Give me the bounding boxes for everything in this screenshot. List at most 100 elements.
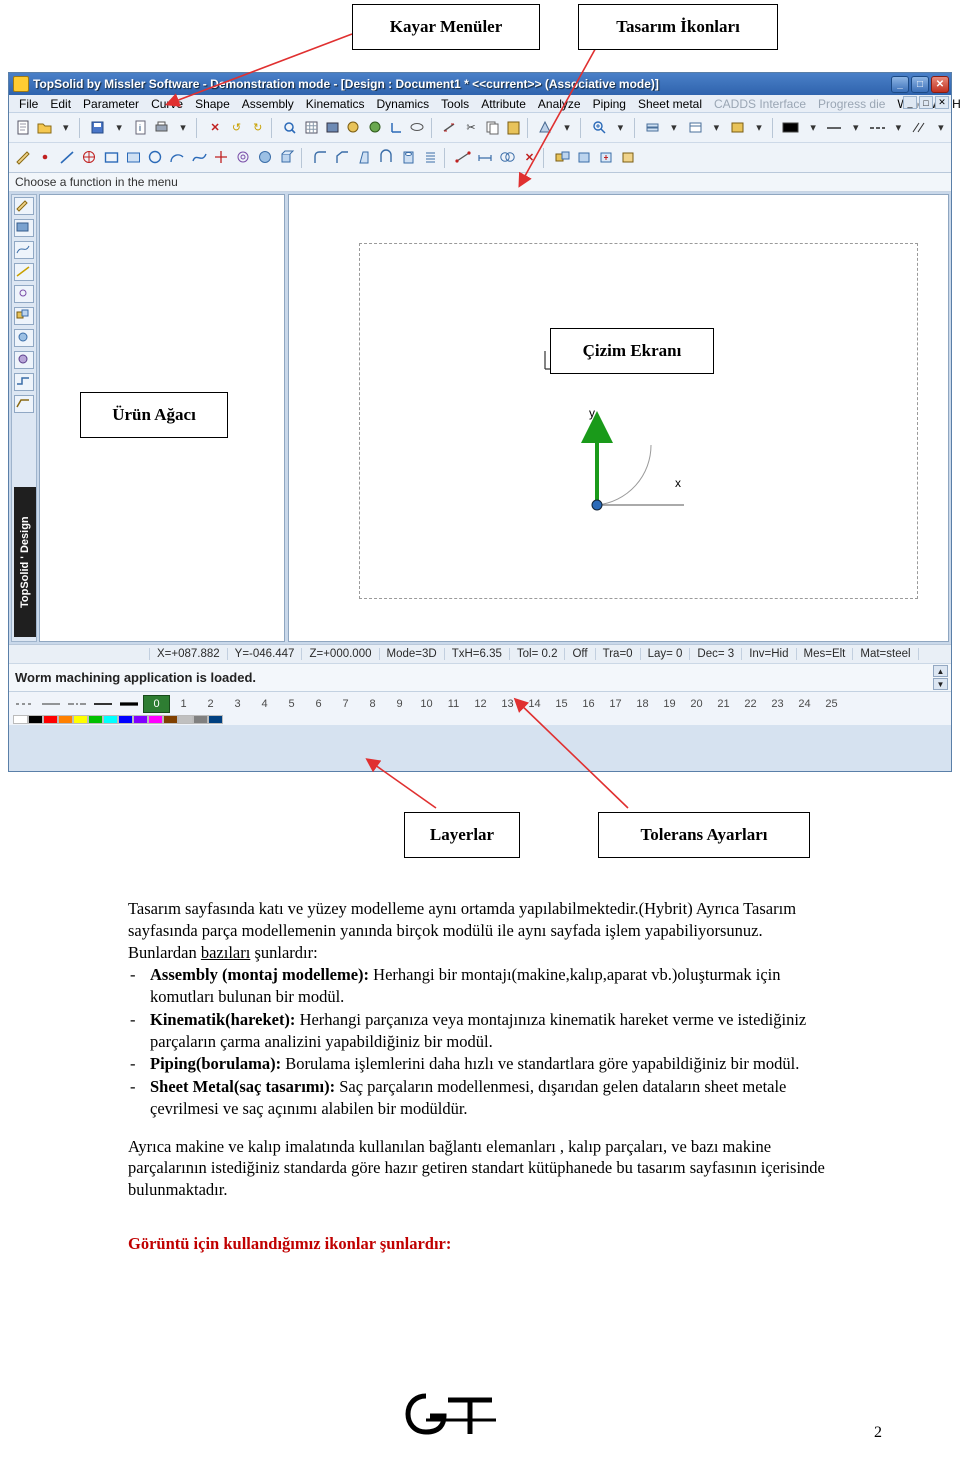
thread-icon[interactable] <box>420 147 441 168</box>
status-decimals[interactable]: Dec= 3 <box>690 648 743 660</box>
material-icon[interactable] <box>728 117 748 138</box>
rectangle-solid-icon[interactable] <box>123 147 144 168</box>
redo-icon[interactable]: ↻ <box>248 117 268 138</box>
axis-icon[interactable] <box>386 117 406 138</box>
layer-button-24[interactable]: 24 <box>791 695 818 713</box>
sketch-icon[interactable] <box>13 147 34 168</box>
layer-button-12[interactable]: 12 <box>467 695 494 713</box>
status-tolerance[interactable]: Tol= 0.2 <box>510 648 566 660</box>
extrude-icon[interactable] <box>277 147 298 168</box>
shade-icon[interactable] <box>322 117 342 138</box>
color-swatch[interactable] <box>178 715 193 724</box>
layer-manager-icon[interactable] <box>642 117 662 138</box>
chevron-down-icon[interactable]: ▾ <box>109 117 129 138</box>
chevron-down-icon[interactable]: ▾ <box>749 117 769 138</box>
linetype-sample-thin-icon[interactable] <box>39 697 65 711</box>
rail-curve-icon[interactable] <box>14 263 34 281</box>
line-icon[interactable] <box>57 147 78 168</box>
color-swatch[interactable] <box>163 715 178 724</box>
chamfer-icon[interactable] <box>332 147 353 168</box>
undo-icon[interactable]: ↺ <box>226 117 246 138</box>
rail-surface-icon[interactable] <box>14 241 34 259</box>
chevron-down-icon[interactable]: ▾ <box>888 117 908 138</box>
hole-icon[interactable] <box>398 147 419 168</box>
color-swatch[interactable] <box>148 715 163 724</box>
close-button[interactable]: ✕ <box>931 75 949 93</box>
rectangle-icon[interactable] <box>101 147 122 168</box>
chevron-down-icon[interactable]: ▾ <box>931 117 951 138</box>
circle-icon[interactable] <box>145 147 166 168</box>
ellipse-view-icon[interactable] <box>407 117 427 138</box>
chevron-down-icon[interactable]: ▾ <box>557 117 577 138</box>
layer-button-7[interactable]: 7 <box>332 695 359 713</box>
document-info-icon[interactable]: i <box>130 117 150 138</box>
view-rotate-icon[interactable] <box>344 117 364 138</box>
menu-item-sheet-metal[interactable]: Sheet metal <box>632 97 708 111</box>
menu-item-analyze[interactable]: Analyze <box>532 97 587 111</box>
zoom-in-icon[interactable] <box>589 117 609 138</box>
status-measure[interactable]: Mes=Elt <box>797 648 854 660</box>
chevron-down-icon[interactable]: ▾ <box>846 117 866 138</box>
rail-point-icon[interactable] <box>14 285 34 303</box>
drawing-canvas[interactable]: y x <box>288 194 949 642</box>
status-layer[interactable]: Lay= 0 <box>641 648 691 660</box>
delete-icon[interactable]: ✕ <box>205 117 225 138</box>
layer-button-10[interactable]: 10 <box>413 695 440 713</box>
rail-kinematics-icon[interactable] <box>14 351 34 369</box>
assembly-icon[interactable] <box>552 147 573 168</box>
linetype-icon[interactable] <box>867 117 887 138</box>
grid-icon[interactable] <box>301 117 321 138</box>
menu-item-attribute[interactable]: Attribute <box>475 97 532 111</box>
linetype-sample-dashdot-icon[interactable] <box>65 697 91 711</box>
layer-button-6[interactable]: 6 <box>305 695 332 713</box>
shell-icon[interactable] <box>376 147 397 168</box>
snap-icon[interactable] <box>211 147 232 168</box>
save-icon[interactable] <box>88 117 108 138</box>
layer-button-3[interactable]: 3 <box>224 695 251 713</box>
layer-button-1[interactable]: 1 <box>170 695 197 713</box>
mdi-restore-button[interactable]: □ <box>919 96 933 109</box>
arc-icon[interactable] <box>167 147 188 168</box>
chevron-down-icon[interactable]: ▾ <box>56 117 76 138</box>
layer-button-25[interactable]: 25 <box>818 695 845 713</box>
menu-item-piping[interactable]: Piping <box>587 97 632 111</box>
assembly-part-icon[interactable] <box>574 147 595 168</box>
paste-icon[interactable] <box>503 117 523 138</box>
layer-button-5[interactable]: 5 <box>278 695 305 713</box>
render-icon[interactable] <box>365 117 385 138</box>
scroll-down-icon[interactable]: ▼ <box>933 678 948 690</box>
linewidth-icon[interactable] <box>824 117 844 138</box>
offset-icon[interactable] <box>233 147 254 168</box>
status-transparency[interactable]: Tra=0 <box>596 648 641 660</box>
rail-sketch-icon[interactable] <box>14 197 34 215</box>
layer-button-0[interactable]: 0 <box>143 694 170 713</box>
color-swatch[interactable] <box>73 715 88 724</box>
minimize-button[interactable]: _ <box>891 75 909 93</box>
layer-button-22[interactable]: 22 <box>737 695 764 713</box>
draft-icon[interactable] <box>354 147 375 168</box>
status-material[interactable]: Mat=steel <box>853 648 919 660</box>
zoom-all-icon[interactable] <box>280 117 300 138</box>
layer-button-2[interactable]: 2 <box>197 695 224 713</box>
measure-icon[interactable] <box>440 117 460 138</box>
linetype-sample-medium-icon[interactable] <box>91 697 117 711</box>
status-mode[interactable]: Mode=3D <box>380 648 445 660</box>
menu-item-file[interactable]: File <box>13 97 44 111</box>
mdi-close-button[interactable]: ✕ <box>935 96 949 109</box>
new-document-icon[interactable] <box>13 117 33 138</box>
scroll-up-icon[interactable]: ▲ <box>933 665 948 677</box>
color-swatch[interactable] <box>118 715 133 724</box>
layer-button-19[interactable]: 19 <box>656 695 683 713</box>
rail-shape-icon[interactable] <box>14 219 34 237</box>
linetype-sample-thick-icon[interactable] <box>117 697 143 711</box>
rail-sheetmetal-icon[interactable] <box>14 395 34 413</box>
fillet-icon[interactable] <box>310 147 331 168</box>
open-document-icon[interactable] <box>34 117 54 138</box>
menu-item-kinematics[interactable]: Kinematics <box>300 97 371 111</box>
chevron-down-icon[interactable]: ▾ <box>610 117 630 138</box>
delete-face-icon[interactable]: ✕ <box>519 147 540 168</box>
layer-button-20[interactable]: 20 <box>683 695 710 713</box>
message-scroll-buttons[interactable]: ▲ ▼ <box>933 665 948 690</box>
menu-item-edit[interactable]: Edit <box>44 97 77 111</box>
rail-analysis-icon[interactable] <box>14 329 34 347</box>
